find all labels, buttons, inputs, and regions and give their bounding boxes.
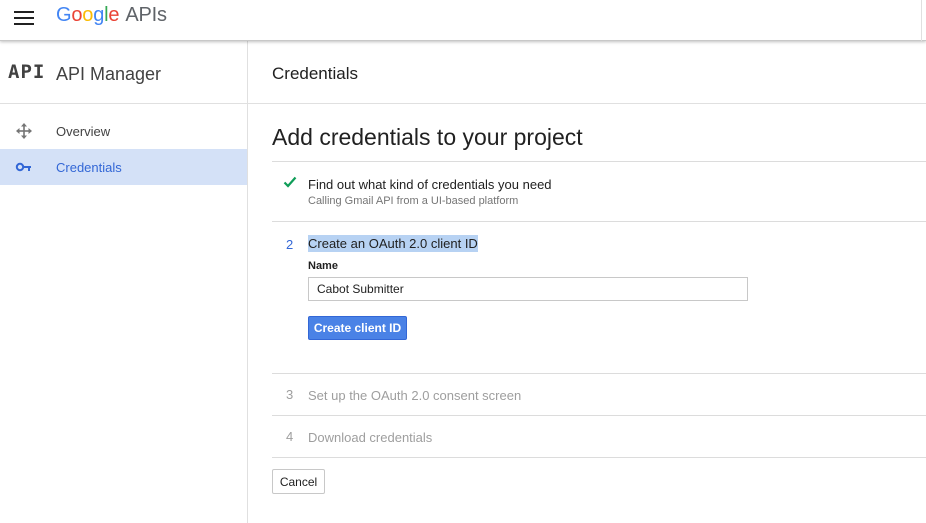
step-1-subtitle: Calling Gmail API from a UI-based platfo… xyxy=(308,195,519,207)
logo-letter: e xyxy=(108,4,120,26)
step-4-title: Download credentials xyxy=(308,430,433,445)
step-2-number: 2 xyxy=(286,237,294,252)
top-app-bar: Google APIs xyxy=(0,0,926,41)
create-client-id-button[interactable]: Create client ID xyxy=(308,316,407,340)
page-title: Add credentials to your project xyxy=(272,124,583,150)
name-field-label: Name xyxy=(308,260,338,272)
main-content: Credentials Add credentials to your proj… xyxy=(248,41,926,523)
logo-letter: G xyxy=(56,4,72,26)
divider xyxy=(272,415,926,416)
logo-suffix: APIs xyxy=(125,4,167,26)
google-apis-logo[interactable]: Google APIs xyxy=(56,4,167,32)
sidebar-item-overview[interactable]: Overview xyxy=(0,113,247,149)
overview-arrows-icon xyxy=(15,123,33,139)
divider xyxy=(272,221,926,222)
api-icon: API xyxy=(8,61,46,83)
cancel-button[interactable]: Cancel xyxy=(272,469,325,494)
divider xyxy=(272,161,926,162)
sidebar-title[interactable]: API Manager xyxy=(56,64,161,85)
sidebar-item-label: Credentials xyxy=(56,160,122,175)
key-icon xyxy=(15,159,33,175)
sidebar-item-credentials[interactable]: Credentials xyxy=(0,149,247,185)
scrollbar-edge xyxy=(921,0,922,41)
divider xyxy=(272,457,926,458)
divider xyxy=(272,373,926,374)
logo-letter: o xyxy=(82,4,94,26)
logo-letter: o xyxy=(71,4,83,26)
sidebar-item-label: Overview xyxy=(56,124,111,139)
step-3-title: Set up the OAuth 2.0 consent screen xyxy=(308,388,522,403)
sidebar-header: API API Manager xyxy=(0,41,247,104)
logo-letter: g xyxy=(93,4,105,26)
check-icon xyxy=(283,175,297,188)
sidebar: API API Manager Overview Credentials xyxy=(0,41,248,523)
name-input[interactable] xyxy=(308,277,748,301)
step-4-number: 4 xyxy=(286,429,294,444)
main-header: Credentials xyxy=(248,41,926,104)
step-3-number: 3 xyxy=(286,387,294,402)
step-1-title[interactable]: Find out what kind of credentials you ne… xyxy=(308,177,552,192)
hamburger-menu-icon[interactable] xyxy=(14,11,34,25)
main-header-title: Credentials xyxy=(272,64,358,83)
step-2-title: Create an OAuth 2.0 client ID xyxy=(308,235,478,252)
